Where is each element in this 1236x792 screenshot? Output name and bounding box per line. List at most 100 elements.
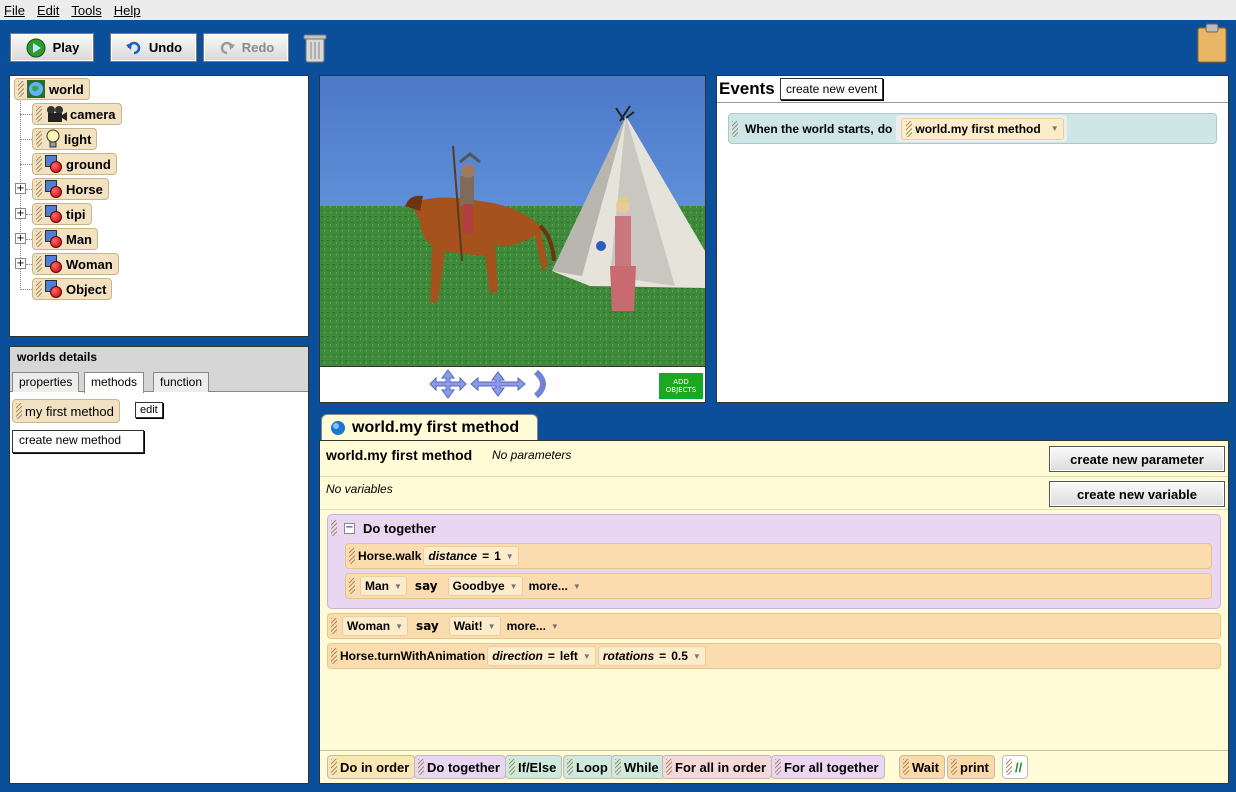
tree-item-ground[interactable]: ground <box>32 153 117 175</box>
say-text-goodbye[interactable]: Goodbye ▼ <box>447 576 523 596</box>
more-options[interactable]: more... ▼ <box>525 576 585 596</box>
undo-button[interactable]: Undo <box>110 33 197 62</box>
tree-item-tipi[interactable]: tipi <box>32 203 92 225</box>
dropdown-arrow-icon[interactable]: ▼ <box>583 652 591 661</box>
dropdown-arrow-icon[interactable]: ▼ <box>551 622 559 631</box>
object-selector-woman[interactable]: Woman ▼ <box>342 616 409 636</box>
create-new-variable-button[interactable]: create new variable <box>1049 481 1225 507</box>
undo-icon <box>125 41 141 54</box>
grip-icon <box>418 759 424 775</box>
event-when-world-starts[interactable]: When the world starts, do world.my first… <box>728 113 1217 144</box>
grip-icon <box>775 759 781 775</box>
tree-label: Man <box>66 231 92 247</box>
statement-horse-turn[interactable]: Horse.turnWithAnimation direction = left ▼ … <box>327 643 1221 669</box>
menu-help[interactable]: Help <box>114 3 141 18</box>
expand-woman-icon[interactable]: + <box>15 258 26 269</box>
dropdown-arrow-icon[interactable]: ▼ <box>394 582 402 591</box>
tile-loop[interactable]: Loop <box>563 755 614 779</box>
tree-item-man[interactable]: Man <box>32 228 98 250</box>
grip-icon <box>906 120 913 137</box>
trash-icon[interactable] <box>303 32 327 64</box>
tree-item-object[interactable]: Object <box>32 278 113 300</box>
editor-tab[interactable]: world.my first method <box>321 414 538 441</box>
tree-item-camera[interactable]: camera <box>32 103 122 125</box>
scene-view-panel: ADD OBJECTS <box>319 75 706 403</box>
grip-icon <box>331 759 337 775</box>
tile-wait[interactable]: Wait <box>899 755 945 779</box>
tree-label: Woman <box>66 256 113 272</box>
clipboard-icon[interactable] <box>1196 23 1228 63</box>
expand-horse-icon[interactable]: + <box>15 183 26 194</box>
method-signature: world.my first method <box>326 447 473 463</box>
grip-icon <box>36 281 42 297</box>
create-new-event-button[interactable]: create new event <box>780 78 884 100</box>
world-globe-icon <box>27 80 45 98</box>
say-text-wait[interactable]: Wait! ▼ <box>448 616 501 636</box>
create-new-method-button[interactable]: create new method <box>12 430 144 453</box>
menu-file[interactable]: File <box>4 3 25 18</box>
move-camera-icon[interactable] <box>428 368 468 400</box>
add-objects-button[interactable]: ADD OBJECTS <box>659 373 703 399</box>
object-icon <box>45 255 63 273</box>
tilt-camera-icon[interactable] <box>470 370 526 398</box>
tile-print[interactable]: print <box>947 755 995 779</box>
dropdown-arrow-icon[interactable]: ▼ <box>693 652 701 661</box>
collapse-icon[interactable]: − <box>344 523 355 534</box>
tree-item-world[interactable]: world <box>14 78 90 100</box>
event-method-label: world.my first method <box>915 121 1041 136</box>
grip-icon <box>732 120 738 137</box>
tile-do-together[interactable]: Do together <box>414 755 506 779</box>
tree-label: tipi <box>66 206 86 222</box>
object-icon <box>45 230 63 248</box>
menu-edit[interactable]: Edit <box>37 3 59 18</box>
redo-button[interactable]: Redo <box>203 33 289 62</box>
scene-render[interactable] <box>320 76 705 366</box>
dropdown-arrow-icon[interactable]: ▼ <box>1051 124 1059 133</box>
tree-item-horse[interactable]: Horse <box>32 178 109 200</box>
statement-horse-walk[interactable]: Horse.walk distance = 1 ▼ <box>345 543 1212 569</box>
edit-method-button[interactable]: edit <box>135 402 163 418</box>
method-name: my first method <box>25 403 114 419</box>
method-tile-my-first-method[interactable]: my first method <box>12 399 120 423</box>
dropdown-arrow-icon[interactable]: ▼ <box>506 552 514 561</box>
tab-function[interactable]: function <box>153 372 210 392</box>
statement-woman-say[interactable]: Woman ▼ say Wait! ▼ more... ▼ <box>327 613 1221 639</box>
tile-do-in-order[interactable]: Do in order <box>327 755 416 779</box>
grip-icon <box>36 156 42 172</box>
method-call-label: Horse.turnWithAnimation <box>340 649 486 663</box>
grip-icon <box>1006 759 1012 775</box>
object-selector-man[interactable]: Man ▼ <box>360 576 407 596</box>
dropdown-arrow-icon[interactable]: ▼ <box>573 582 581 591</box>
dropdown-arrow-icon[interactable]: ▼ <box>395 622 403 631</box>
tile-if-else[interactable]: If/Else <box>505 755 563 779</box>
create-new-parameter-button[interactable]: create new parameter <box>1049 446 1225 472</box>
tree-label: Horse <box>66 181 103 197</box>
event-do-label: do <box>877 121 893 136</box>
tile-while[interactable]: While <box>611 755 665 779</box>
menu-tools[interactable]: Tools <box>71 3 101 18</box>
tile-for-all-together[interactable]: For all together <box>771 755 885 779</box>
rotate-camera-icon[interactable] <box>530 369 552 399</box>
method-editor-panel: world.my first method No parameters No v… <box>319 440 1229 784</box>
grip-icon <box>36 131 42 147</box>
tree-item-light[interactable]: light <box>32 128 98 150</box>
dropdown-arrow-icon[interactable]: ▼ <box>510 582 518 591</box>
tab-methods[interactable]: methods <box>84 372 145 393</box>
tile-for-all-in-order[interactable]: For all in order <box>662 755 773 779</box>
tile-comment[interactable]: // <box>1002 755 1029 779</box>
param-rotations[interactable]: rotations = 0.5 ▼ <box>597 646 706 666</box>
more-options[interactable]: more... ▼ <box>503 616 563 636</box>
grip-icon <box>509 759 515 775</box>
tree-item-woman[interactable]: Woman <box>32 253 119 275</box>
say-label: say <box>414 579 438 593</box>
tab-properties[interactable]: properties <box>12 372 80 392</box>
dropdown-arrow-icon[interactable]: ▼ <box>488 622 496 631</box>
statement-man-say[interactable]: Man ▼ say Goodbye ▼ more... ▼ <box>345 573 1212 599</box>
expand-man-icon[interactable]: + <box>15 233 26 244</box>
param-distance[interactable]: distance = 1 ▼ <box>423 546 519 566</box>
play-button[interactable]: Play <box>10 33 94 62</box>
tree-label: light <box>64 131 92 147</box>
event-method-tile[interactable]: world.my first method ▼ <box>901 117 1064 140</box>
param-direction[interactable]: direction = left ▼ <box>487 646 596 666</box>
expand-tipi-icon[interactable]: + <box>15 208 26 219</box>
